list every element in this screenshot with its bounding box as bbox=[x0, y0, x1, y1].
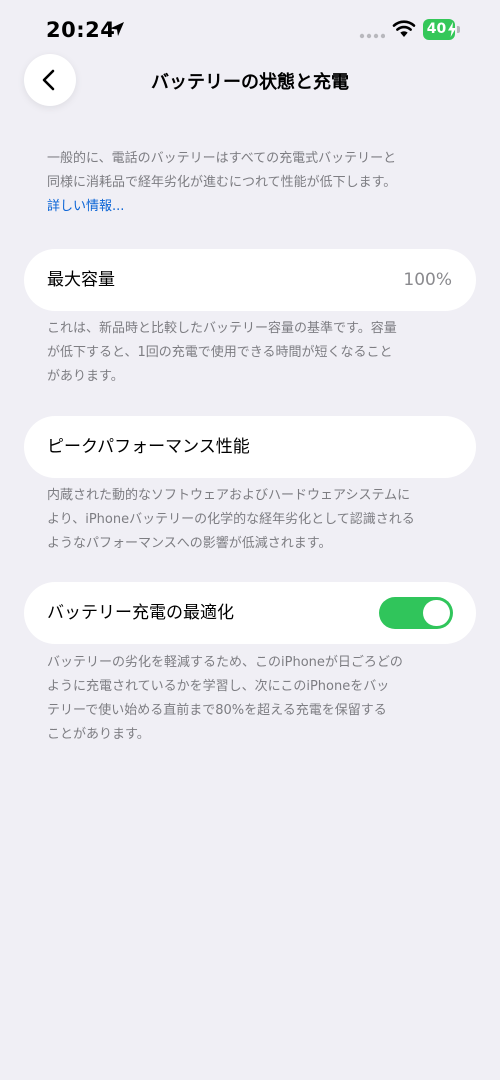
peak-performance-description: 内蔵された動的なソフトウェアおよびハードウェアシステムに より、iPhoneバッ… bbox=[47, 484, 457, 556]
description-line: ことがあります。 bbox=[47, 727, 150, 742]
description-line: があります。 bbox=[47, 369, 124, 384]
signal-icon bbox=[359, 33, 385, 39]
optimized-charging-description: バッテリーの劣化を軽減するため、このiPhoneが日ごろどの ように充電されてい… bbox=[47, 651, 457, 747]
description-line: これは、新品時と比較したバッテリー容量の基準です。容量 bbox=[47, 321, 397, 336]
max-capacity-description: これは、新品時と比較したバッテリー容量の基準です。容量 が低下すると、1回の充電… bbox=[47, 317, 457, 389]
optimized-charging-toggle[interactable] bbox=[379, 597, 453, 629]
peak-performance-label: ピークパフォーマンス性能 bbox=[47, 437, 250, 457]
battery-icon: 40 bbox=[423, 19, 461, 40]
intro-line: 一般的に、電話のバッテリーはすべての充電式バッテリーと bbox=[47, 151, 397, 166]
description-line: ようなパフォーマンスへの影響が低減されます。 bbox=[47, 536, 332, 551]
description-line: バッテリーの劣化を軽減するため、このiPhoneが日ごろどの bbox=[47, 655, 403, 670]
max-capacity-value: 100% bbox=[403, 270, 452, 290]
max-capacity-row: 最大容量 100% bbox=[24, 249, 476, 311]
toggle-knob bbox=[423, 600, 450, 626]
charging-bolt-icon bbox=[448, 22, 456, 37]
optimized-charging-row: バッテリー充電の最適化 bbox=[24, 582, 476, 644]
description-line: 内蔵された動的なソフトウェアおよびハードウェアシステムに bbox=[47, 488, 411, 503]
battery-cap bbox=[457, 26, 460, 33]
peak-performance-row[interactable]: ピークパフォーマンス性能 bbox=[24, 416, 476, 478]
description-line: が低下すると、1回の充電で使用できる時間が短くなること bbox=[47, 345, 393, 360]
max-capacity-label: 最大容量 bbox=[47, 270, 115, 290]
location-arrow-icon bbox=[110, 22, 124, 36]
status-time: 20:24 bbox=[46, 18, 116, 42]
page-title: バッテリーの状態と充電 bbox=[151, 72, 349, 93]
description-line: より、iPhoneバッテリーの化学的な経年劣化として認識される bbox=[47, 512, 415, 527]
battery-level: 40 bbox=[426, 21, 447, 37]
intro-line: 同様に消耗品で経年劣化が進むにつれて性能が低下します。 bbox=[47, 175, 397, 190]
optimized-charging-label: バッテリー充電の最適化 bbox=[47, 603, 234, 623]
learn-more-link[interactable]: 詳しい情報... bbox=[47, 195, 457, 219]
status-bar: 20:24 40 bbox=[0, 0, 500, 60]
description-line: テリーで使い始める直前まで80%を超える充電を保留する bbox=[47, 703, 387, 718]
wifi-icon bbox=[392, 20, 416, 37]
intro-description: 一般的に、電話のバッテリーはすべての充電式バッテリーと 同様に消耗品で経年劣化が… bbox=[47, 147, 457, 219]
description-line: ように充電されているかを学習し、次にこのiPhoneをバッ bbox=[47, 679, 390, 694]
